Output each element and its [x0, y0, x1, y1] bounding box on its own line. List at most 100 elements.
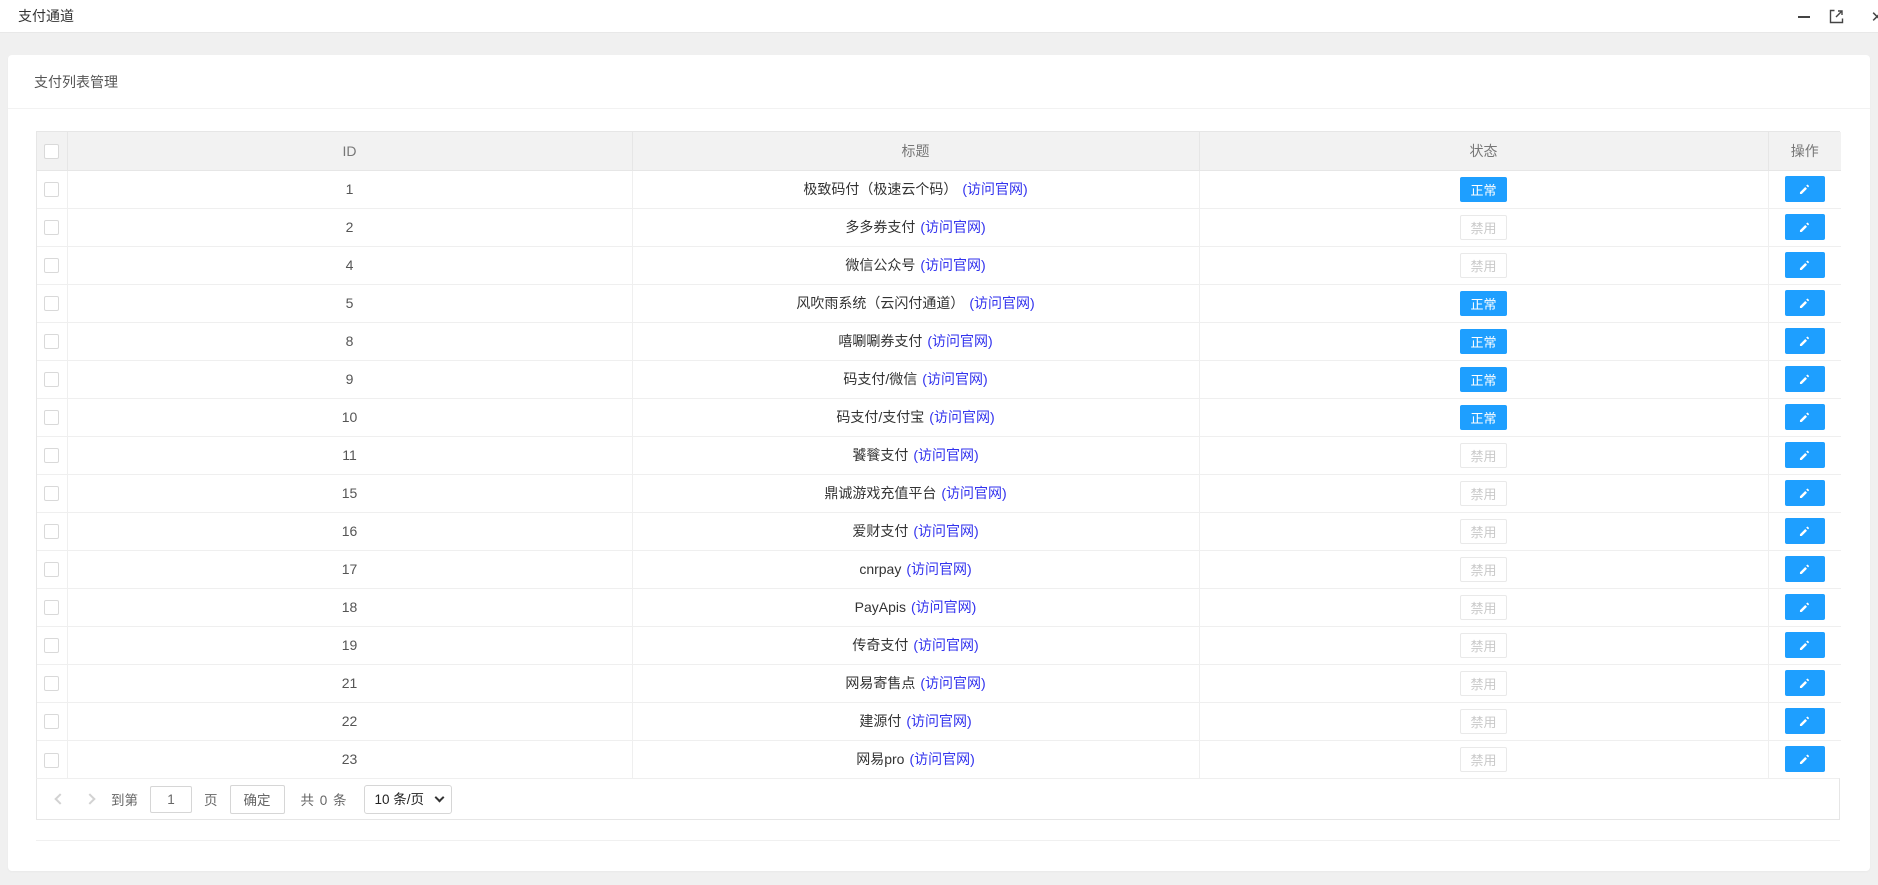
- edit-button[interactable]: [1784, 594, 1825, 620]
- row-checkbox[interactable]: [44, 220, 60, 236]
- pencil-icon: [1800, 564, 1810, 574]
- edit-button[interactable]: [1784, 404, 1825, 430]
- row-title-cell: 网易pro (访问官网): [631, 739, 1200, 778]
- table-row: 9 码支付/微信 (访问官网) 正常: [37, 359, 1841, 399]
- prev-page-button[interactable]: [51, 790, 69, 808]
- row-title: 建源付: [859, 713, 902, 729]
- status-badge[interactable]: 禁用: [1460, 518, 1507, 544]
- official-site-link[interactable]: (访问官网): [920, 257, 985, 273]
- row-title-cell: 建源付 (访问官网): [631, 701, 1200, 741]
- official-site-link[interactable]: (访问官网): [920, 675, 985, 691]
- page-number-input[interactable]: [150, 785, 192, 813]
- status-badge[interactable]: 禁用: [1460, 670, 1507, 696]
- row-checkbox[interactable]: [44, 448, 60, 464]
- row-title: 网易pro: [856, 751, 905, 768]
- pencil-icon: [1800, 488, 1810, 498]
- row-checkbox[interactable]: [44, 182, 60, 198]
- official-site-link[interactable]: (访问官网): [913, 523, 978, 539]
- official-site-link[interactable]: (访问官网): [922, 371, 987, 387]
- edit-button[interactable]: [1784, 252, 1825, 278]
- next-page-button[interactable]: [81, 790, 99, 808]
- row-action-cell: [1767, 625, 1841, 665]
- page-size-select[interactable]: 10 条/页: [363, 784, 452, 814]
- row-checkbox[interactable]: [44, 714, 60, 730]
- status-badge[interactable]: 禁用: [1460, 594, 1507, 620]
- edit-button[interactable]: [1784, 442, 1825, 468]
- row-title: 码支付/支付宝: [836, 409, 925, 425]
- edit-button[interactable]: [1784, 328, 1825, 354]
- row-title-cell: PayApis (访问官网): [631, 587, 1200, 627]
- official-site-link[interactable]: (访问官网): [962, 181, 1027, 197]
- row-title-cell: 嘻唰唰券支付 (访问官网): [631, 321, 1200, 361]
- official-site-link[interactable]: (访问官网): [906, 561, 971, 577]
- status-badge[interactable]: 禁用: [1460, 442, 1507, 468]
- row-checkbox-cell: [37, 359, 68, 399]
- payment-list-card: 支付列表管理 ID 标题 状态 操作 1 极致码付（极速云个码） (访问官网) …: [8, 55, 1870, 871]
- edit-button[interactable]: [1784, 632, 1825, 658]
- row-checkbox[interactable]: [44, 600, 60, 616]
- row-id: 8: [66, 321, 633, 361]
- maximize-button[interactable]: [1828, 9, 1844, 25]
- status-badge[interactable]: 禁用: [1460, 252, 1507, 278]
- close-button[interactable]: ✕: [1860, 9, 1878, 26]
- select-all-checkbox[interactable]: [44, 144, 60, 160]
- row-checkbox[interactable]: [44, 486, 60, 502]
- status-badge[interactable]: 禁用: [1460, 632, 1507, 658]
- row-title: 饕餮支付: [852, 447, 909, 463]
- official-site-link[interactable]: (访问官网): [929, 409, 994, 425]
- status-badge[interactable]: 正常: [1460, 328, 1507, 354]
- edit-button[interactable]: [1784, 214, 1825, 240]
- official-site-link[interactable]: (访问官网): [909, 751, 974, 767]
- status-badge[interactable]: 正常: [1460, 176, 1507, 202]
- row-checkbox[interactable]: [44, 524, 60, 540]
- official-site-link[interactable]: (访问官网): [927, 333, 992, 349]
- row-checkbox[interactable]: [44, 752, 60, 768]
- row-checkbox[interactable]: [44, 562, 60, 578]
- table-row: 8 嘻唰唰券支付 (访问官网) 正常: [37, 321, 1841, 361]
- status-badge[interactable]: 禁用: [1460, 480, 1507, 506]
- official-site-link[interactable]: (访问官网): [906, 713, 971, 729]
- official-site-link[interactable]: (访问官网): [913, 447, 978, 463]
- row-checkbox[interactable]: [44, 372, 60, 388]
- status-badge[interactable]: 正常: [1460, 404, 1507, 430]
- row-title-cell: cnrpay (访问官网): [631, 549, 1200, 589]
- edit-button[interactable]: [1784, 176, 1825, 202]
- official-site-link[interactable]: (访问官网): [913, 637, 978, 653]
- official-site-link[interactable]: (访问官网): [941, 485, 1006, 501]
- row-checkbox[interactable]: [44, 296, 60, 312]
- row-status-cell: 禁用: [1198, 663, 1769, 703]
- row-title-cell: 风吹雨系统（云闪付通道） (访问官网): [631, 283, 1200, 323]
- edit-button[interactable]: [1784, 670, 1825, 696]
- status-badge[interactable]: 正常: [1460, 366, 1507, 392]
- edit-button[interactable]: [1784, 366, 1825, 392]
- edit-button[interactable]: [1784, 746, 1825, 773]
- edit-button[interactable]: [1784, 556, 1825, 582]
- row-checkbox[interactable]: [44, 676, 60, 692]
- official-site-link[interactable]: (访问官网): [969, 295, 1034, 311]
- minimize-icon: [1798, 15, 1810, 18]
- confirm-page-button[interactable]: 确定: [229, 784, 285, 814]
- row-checkbox[interactable]: [44, 638, 60, 654]
- row-id: 18: [66, 587, 633, 627]
- table-header-row: ID 标题 状态 操作: [37, 132, 1841, 171]
- row-checkbox[interactable]: [44, 410, 60, 426]
- official-site-link[interactable]: (访问官网): [920, 219, 985, 235]
- row-status-cell: 禁用: [1198, 625, 1769, 665]
- row-status-cell: 禁用: [1198, 511, 1769, 551]
- row-checkbox[interactable]: [44, 334, 60, 350]
- minimize-button[interactable]: [1796, 9, 1812, 25]
- edit-button[interactable]: [1784, 518, 1825, 544]
- table-row: 15 鼎诚游戏充值平台 (访问官网) 禁用: [37, 473, 1841, 513]
- status-badge[interactable]: 禁用: [1460, 214, 1507, 240]
- edit-button[interactable]: [1784, 708, 1825, 734]
- row-checkbox[interactable]: [44, 258, 60, 274]
- status-badge[interactable]: 正常: [1460, 290, 1507, 316]
- status-badge[interactable]: 禁用: [1460, 556, 1507, 582]
- official-site-link[interactable]: (访问官网): [911, 599, 976, 615]
- edit-button[interactable]: [1784, 480, 1825, 506]
- status-badge[interactable]: 禁用: [1460, 708, 1507, 734]
- row-checkbox-cell: [37, 625, 68, 665]
- row-checkbox-cell: [37, 169, 68, 209]
- status-badge[interactable]: 禁用: [1460, 746, 1507, 772]
- edit-button[interactable]: [1784, 290, 1825, 316]
